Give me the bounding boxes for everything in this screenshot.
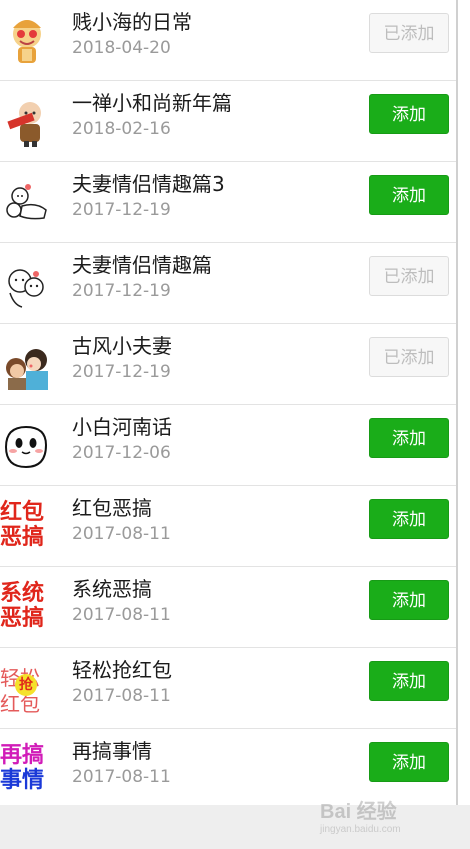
icon-text-line: 系统: [0, 581, 45, 606]
list-item[interactable]: 轻松 红包 抢 轻松抢红包 2017-08-11 添加: [0, 648, 456, 729]
added-button[interactable]: 已添加: [369, 13, 449, 53]
watermark-subtext: jingyan.baidu.com: [320, 824, 401, 835]
item-date: 2017-08-11: [72, 767, 171, 787]
list-item[interactable]: 一禅小和尚新年篇 2018-02-16 添加: [0, 81, 456, 162]
list-item[interactable]: 小白河南话 2017-12-06 添加: [0, 405, 456, 486]
icon-text-line: 红包: [0, 500, 45, 525]
item-date: 2017-12-19: [72, 200, 171, 220]
item-date: 2017-12-06: [72, 443, 171, 463]
add-button[interactable]: 添加: [369, 580, 449, 620]
item-title: 夫妻情侣情趣篇3: [72, 172, 225, 196]
item-date: 2018-04-20: [72, 38, 171, 58]
item-date: 2017-08-11: [72, 686, 171, 706]
item-title: 一禅小和尚新年篇: [72, 91, 232, 115]
icon-text-line: 事情: [0, 768, 45, 793]
colorful-text-icon: 再搞 事情: [0, 743, 54, 797]
couple-doodle-icon: [0, 176, 54, 230]
red-envelope-text-icon: 红包 恶搞: [0, 500, 54, 554]
little-monk-scroll-icon: [0, 95, 54, 149]
scrollbar[interactable]: [456, 0, 470, 805]
item-date: 2017-12-19: [72, 362, 171, 382]
cartoon-monk-hearts-icon: [0, 14, 54, 68]
add-button[interactable]: 添加: [369, 661, 449, 701]
couple-sketch-icon: [0, 257, 54, 311]
watermark-logo-text: Bai 经验: [320, 801, 397, 823]
add-button[interactable]: 添加: [369, 499, 449, 539]
list-item[interactable]: 红包 恶搞 红包恶搞 2017-08-11 添加: [0, 486, 456, 567]
watermark: Bai 经验 jingyan.baidu.com: [320, 795, 440, 845]
item-date: 2017-08-11: [72, 605, 171, 625]
add-button[interactable]: 添加: [369, 175, 449, 215]
added-button[interactable]: 已添加: [369, 337, 449, 377]
white-blob-face-icon: [0, 419, 54, 473]
list-item[interactable]: 古风小夫妻 2017-12-19 已添加: [0, 324, 456, 405]
list-item[interactable]: 夫妻情侣情趣篇3 2017-12-19 添加: [0, 162, 456, 243]
item-title: 系统恶搞: [72, 577, 152, 601]
icon-text-line: 恶搞: [0, 606, 45, 631]
add-button[interactable]: 添加: [369, 94, 449, 134]
scrollbar-track: [456, 0, 458, 805]
list-item[interactable]: 夫妻情侣情趣篇 2017-12-19 已添加: [0, 243, 456, 324]
item-date: 2018-02-16: [72, 119, 171, 139]
sticker-list: 贱小海的日常 2018-04-20 已添加 一禅小和尚新年篇 2018-02-1…: [0, 0, 456, 805]
item-date: 2017-08-11: [72, 524, 171, 544]
item-title: 红包恶搞: [72, 496, 152, 520]
item-title: 贱小海的日常: [72, 10, 192, 34]
system-prank-text-icon: 系统 恶搞: [0, 581, 54, 635]
item-title: 小白河南话: [72, 415, 172, 439]
list-item[interactable]: 贱小海的日常 2018-04-20 已添加: [0, 0, 456, 81]
icon-text-line: 再搞: [0, 743, 45, 768]
item-title: 夫妻情侣情趣篇: [72, 253, 212, 277]
ancient-couple-icon: [0, 338, 54, 392]
grab-red-envelope-text-icon: 轻松 红包 抢: [0, 662, 54, 716]
icon-text-line: 抢: [15, 674, 37, 696]
add-button[interactable]: 添加: [369, 742, 449, 782]
list-item[interactable]: 系统 恶搞 系统恶搞 2017-08-11 添加: [0, 567, 456, 648]
item-title: 再搞事情: [72, 739, 152, 763]
item-title: 古风小夫妻: [72, 334, 172, 358]
item-date: 2017-12-19: [72, 281, 171, 301]
add-button[interactable]: 添加: [369, 418, 449, 458]
added-button[interactable]: 已添加: [369, 256, 449, 296]
icon-text-line: 恶搞: [0, 525, 45, 550]
item-title: 轻松抢红包: [72, 658, 172, 682]
